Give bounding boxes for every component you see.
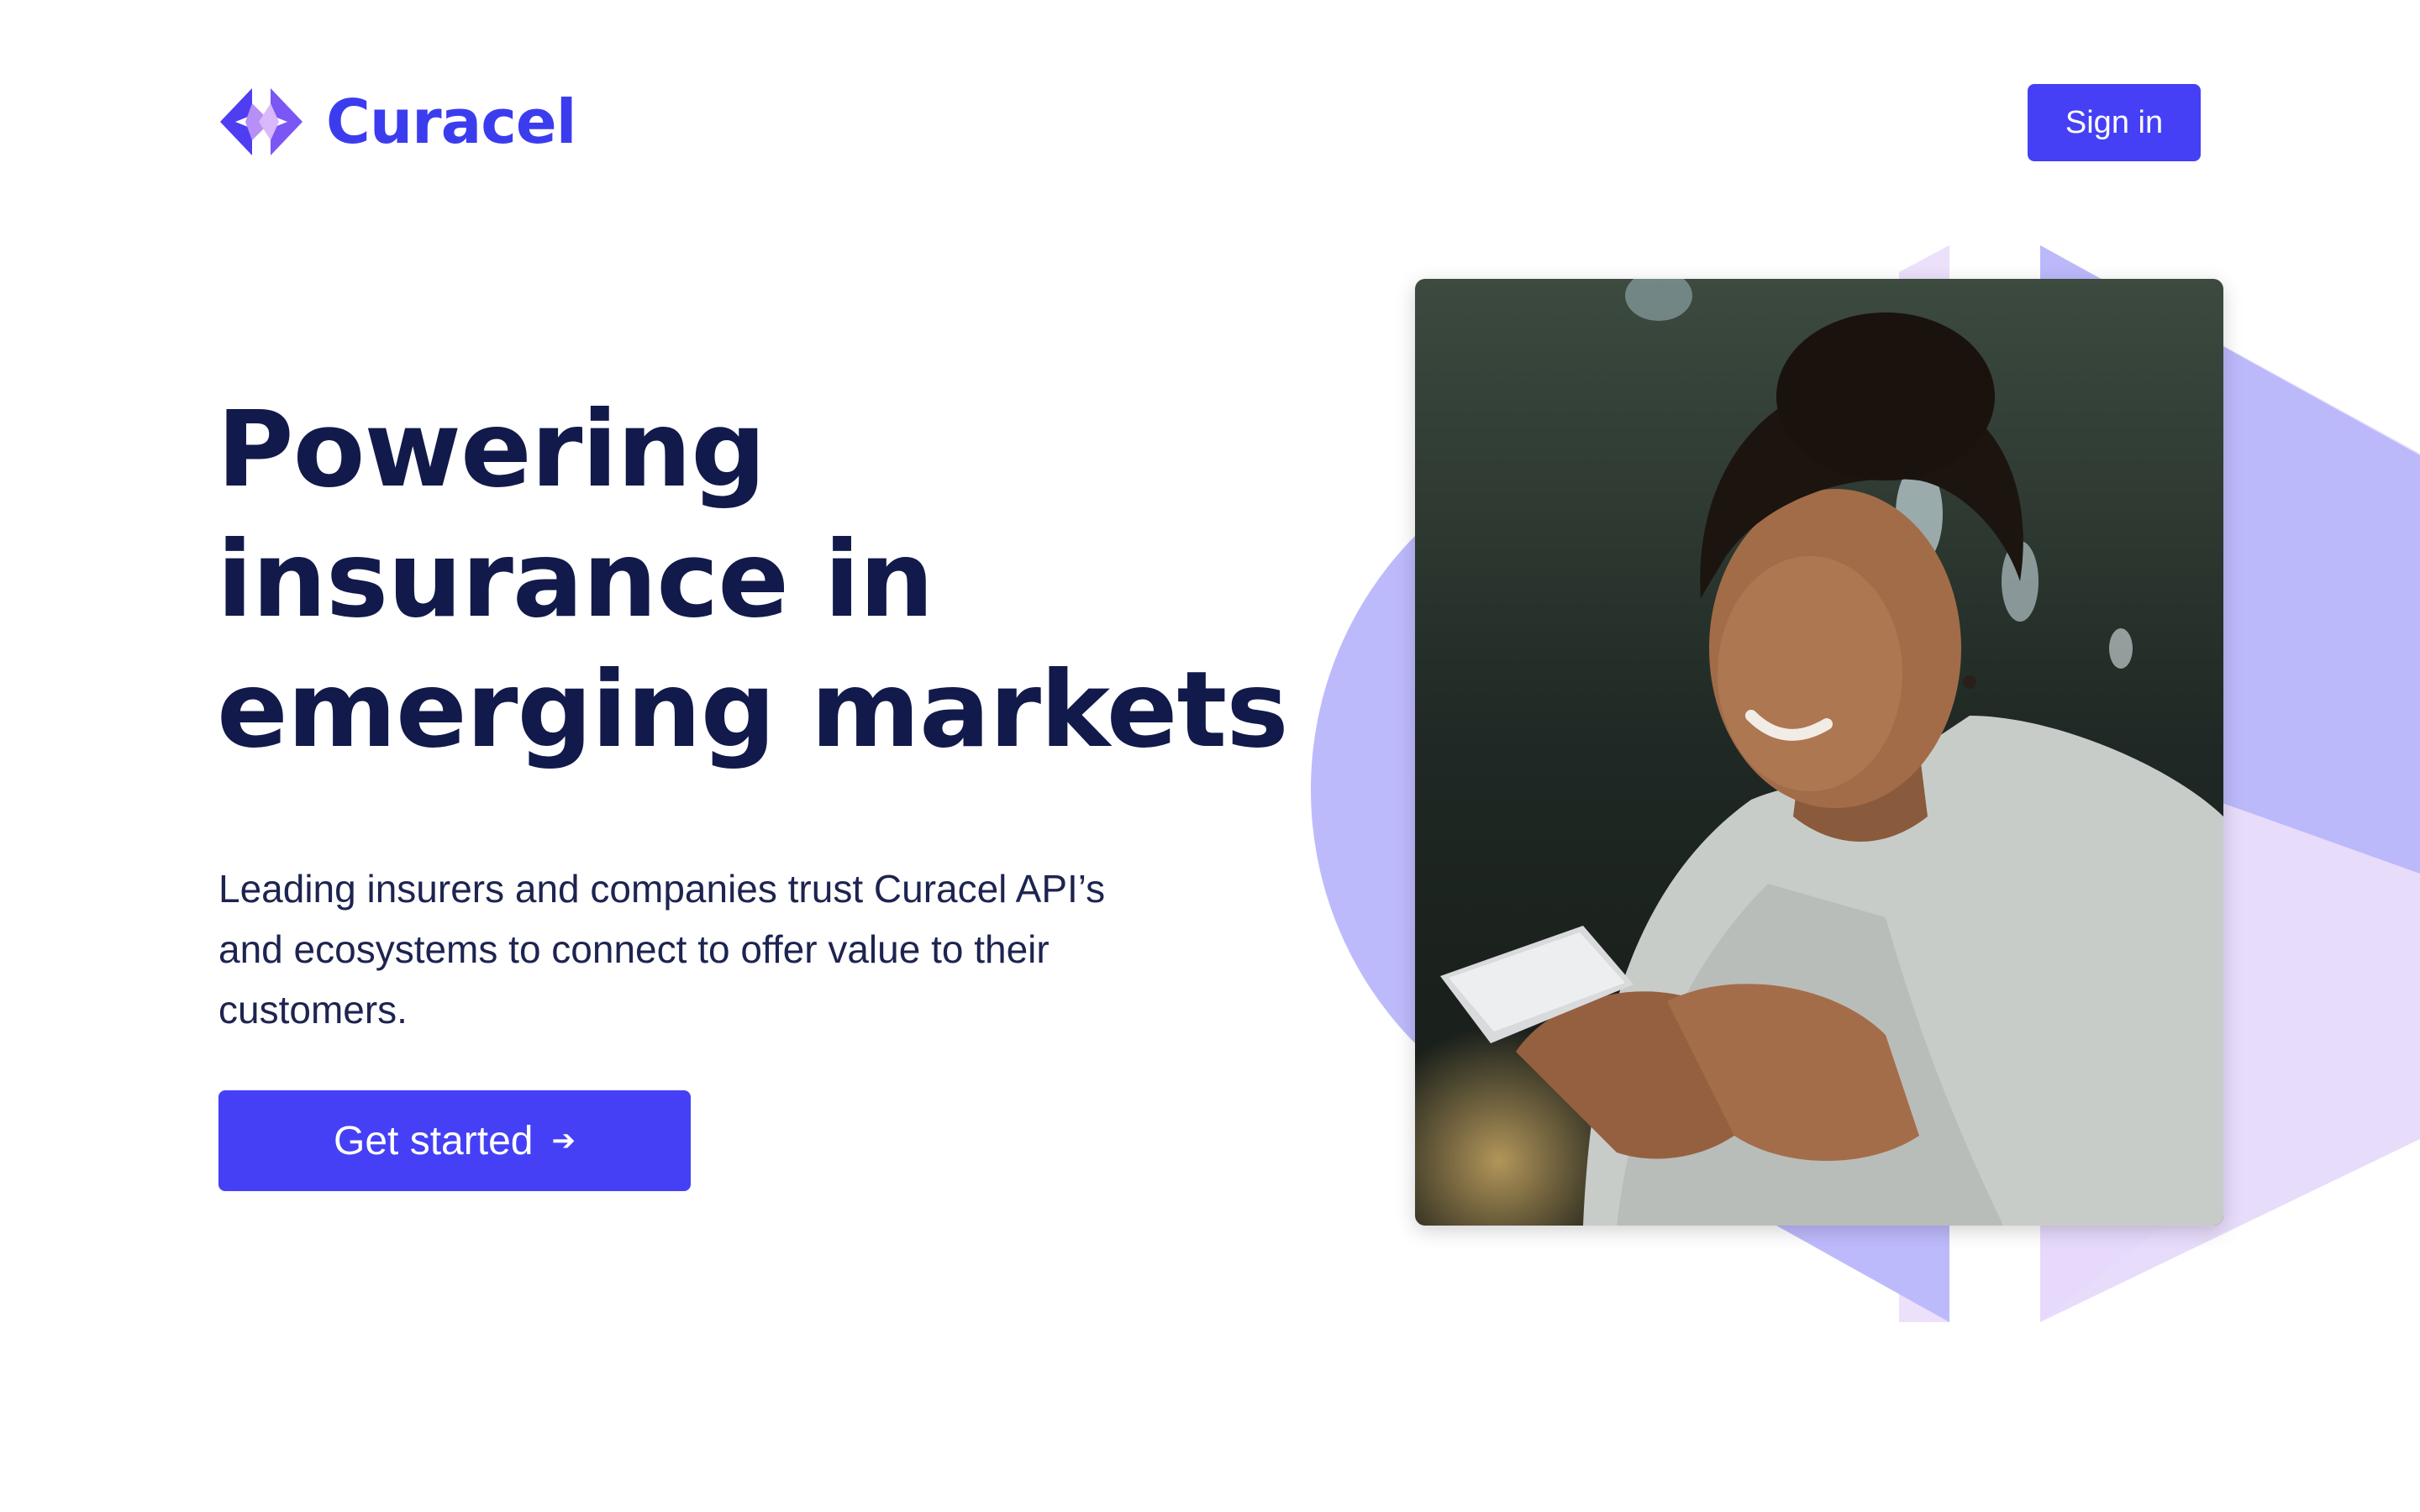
hero-photo (1415, 279, 2223, 1226)
curacel-logo-icon (220, 88, 302, 155)
woman-with-phone-image (1415, 279, 2223, 1226)
hero-headline: Powering insurance in emerging markets (217, 385, 1309, 775)
get-started-label: Get started (334, 1118, 534, 1163)
arrow-right-icon: ➔ (551, 1125, 576, 1157)
get-started-button[interactable]: Get started ➔ (218, 1090, 691, 1191)
headline-line-1: Powering (217, 389, 766, 511)
curacel-logo[interactable]: Curacel (220, 84, 576, 160)
headline-line-2: insurance in (217, 519, 934, 641)
hero-subtext: Leading insurers and companies trust Cur… (218, 867, 1106, 1032)
headline-line-3: emerging markets (217, 649, 1289, 771)
landing-page: Curacel Sign in Powering insurance in em… (0, 0, 2420, 1512)
brand-name: Curacel (326, 87, 576, 157)
sign-in-button[interactable]: Sign in (2028, 84, 2201, 161)
